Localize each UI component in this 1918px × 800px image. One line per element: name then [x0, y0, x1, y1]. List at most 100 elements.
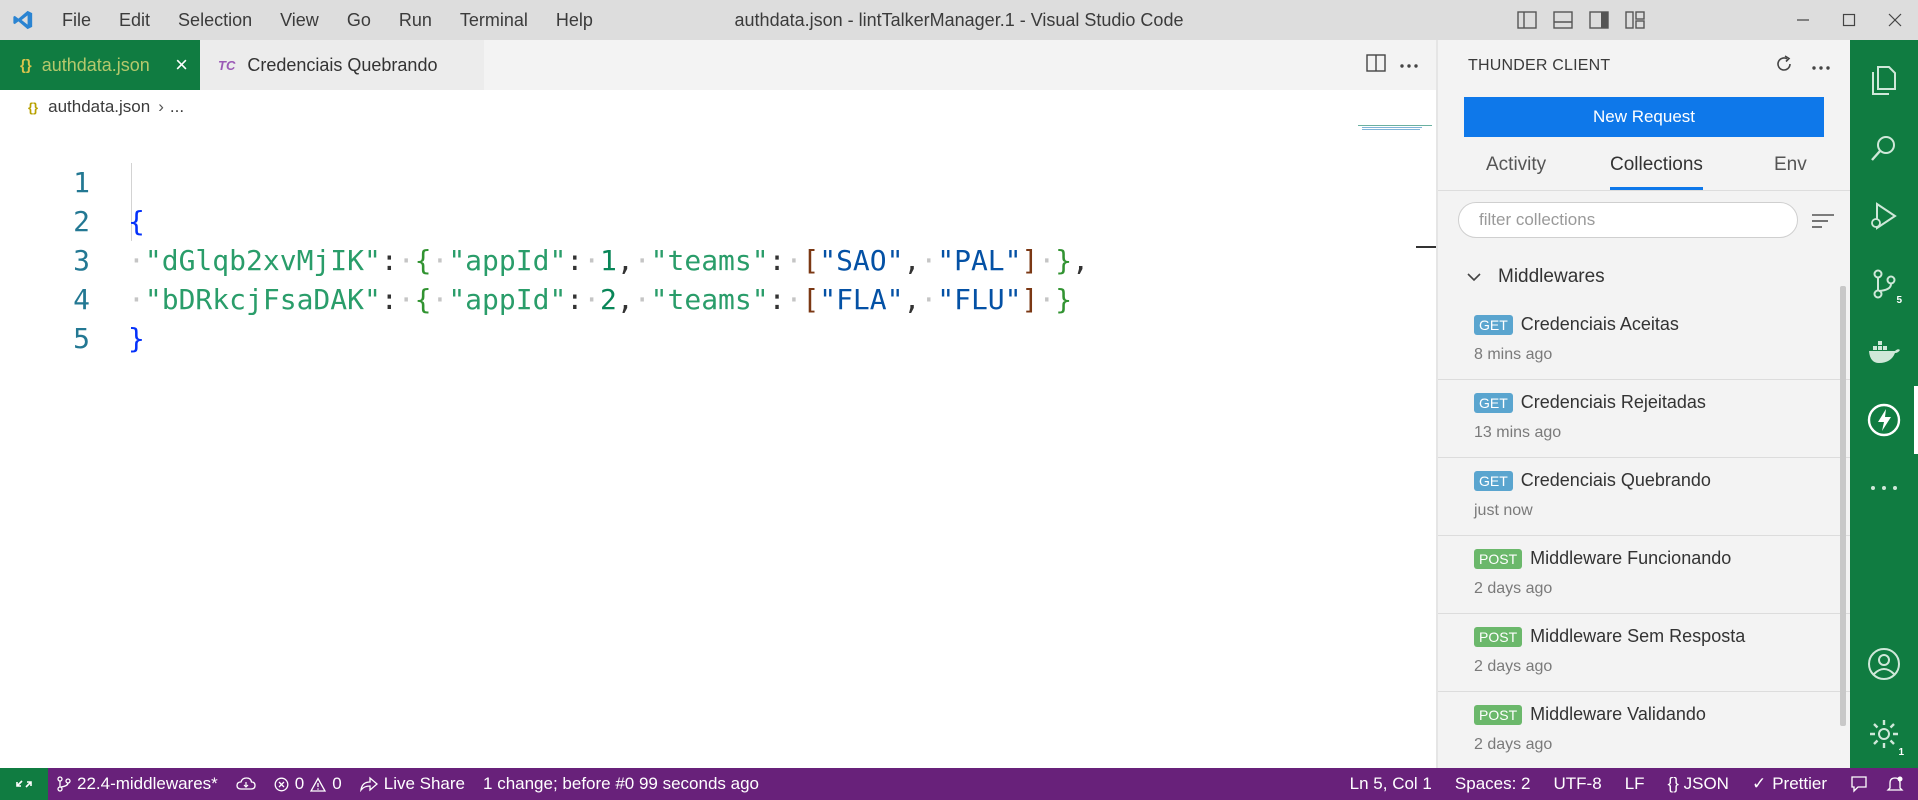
code-editor[interactable]: 1 { 2 ·"dGlqb2xvMjIK":·{·"appId":·1,·"te…: [0, 124, 1436, 768]
more-views-icon[interactable]: [1850, 454, 1918, 522]
code-line-4: 4 }: [0, 241, 1400, 355]
menu-bar: File Edit Selection View Go Run Terminal…: [48, 0, 607, 40]
encoding[interactable]: UTF-8: [1545, 768, 1616, 800]
overview-ruler-cursor: [1416, 246, 1436, 248]
scm-badge: 5: [1896, 295, 1902, 306]
thunder-tabs: Activity Collections Env: [1438, 144, 1850, 190]
remote-indicator-icon[interactable]: [0, 768, 48, 800]
maximize-icon[interactable]: [1826, 0, 1872, 40]
tab-activity[interactable]: Activity: [1486, 144, 1546, 186]
panel-header-actions: [1774, 54, 1830, 79]
customize-layout-icon[interactable]: [1620, 5, 1650, 35]
sort-menu-icon[interactable]: [1810, 210, 1836, 232]
more-actions-icon[interactable]: [1812, 58, 1830, 76]
scrollbar[interactable]: [1840, 286, 1846, 726]
chevron-down-icon: [1466, 266, 1482, 288]
indentation[interactable]: Spaces: 2: [1446, 768, 1545, 800]
minimap[interactable]: [1358, 124, 1432, 132]
layout-controls: [1512, 0, 1650, 40]
divider: [1438, 190, 1850, 191]
menu-edit[interactable]: Edit: [105, 0, 164, 40]
request-item[interactable]: GET Credenciais Aceitas 8 mins ago: [1438, 302, 1850, 380]
activity-bar: 5 1: [1850, 40, 1918, 768]
method-badge: GET: [1474, 314, 1513, 335]
line-number: 5: [73, 322, 90, 355]
chevron-right-icon: ›: [158, 97, 164, 116]
title-bar: File Edit Selection View Go Run Terminal…: [0, 0, 1918, 40]
request-item[interactable]: GET Credenciais Rejeitadas 13 mins ago: [1438, 380, 1850, 458]
sync-button[interactable]: [227, 768, 265, 800]
menu-run[interactable]: Run: [385, 0, 446, 40]
feedback-icon[interactable]: [1841, 768, 1877, 800]
tab-env[interactable]: Env: [1774, 144, 1807, 186]
request-name: Credenciais Aceitas: [1520, 314, 1679, 334]
menu-view[interactable]: View: [266, 0, 333, 40]
menu-selection[interactable]: Selection: [164, 0, 266, 40]
request-name: Middleware Sem Resposta: [1530, 626, 1746, 646]
request-time: just now: [1474, 502, 1533, 519]
end-of-line[interactable]: LF: [1616, 768, 1659, 800]
notifications-bell-icon[interactable]: [1877, 768, 1918, 800]
editor-actions: [1366, 40, 1436, 90]
request-item[interactable]: POST Middleware Validando 2 days ago: [1438, 692, 1850, 768]
code-line-5: 5: [0, 280, 1400, 355]
editor-tab-bar: {} authdata.json × TC Credenciais Quebra…: [0, 40, 1436, 90]
docker-icon[interactable]: [1850, 318, 1918, 386]
filter-collections-input[interactable]: filter collections: [1458, 202, 1798, 238]
toggle-secondary-sidebar-icon[interactable]: [1584, 5, 1614, 35]
menu-terminal[interactable]: Terminal: [446, 0, 542, 40]
branch-name: 22.4-middlewares*: [77, 774, 218, 793]
collections-list: Middlewares GET Credenciais Aceitas 8 min…: [1438, 252, 1850, 768]
breadcrumb-file[interactable]: authdata.json: [48, 97, 150, 117]
vscode-logo-icon[interactable]: [2, 0, 44, 40]
run-debug-icon[interactable]: [1850, 182, 1918, 250]
account-icon[interactable]: [1850, 630, 1918, 698]
error-count: 0: [294, 774, 305, 793]
new-request-button[interactable]: New Request: [1464, 97, 1824, 137]
problems-indicator[interactable]: 0 0: [265, 768, 351, 800]
toggle-panel-icon[interactable]: [1548, 5, 1578, 35]
tab-credenciais-quebrando[interactable]: TC Credenciais Quebrando: [200, 40, 484, 90]
menu-help[interactable]: Help: [542, 0, 607, 40]
request-time: 2 days ago: [1474, 658, 1553, 675]
more-actions-icon[interactable]: [1400, 56, 1418, 74]
minimize-icon[interactable]: [1780, 0, 1826, 40]
split-editor-icon[interactable]: [1366, 53, 1386, 77]
tab-authdata-json[interactable]: {} authdata.json ×: [0, 40, 200, 90]
request-item[interactable]: POST Middleware Sem Resposta 2 days ago: [1438, 614, 1850, 692]
breadcrumb: {} authdata.json › ...: [0, 90, 1436, 124]
source-control-icon[interactable]: 5: [1850, 250, 1918, 318]
tab-label: Collections: [1610, 154, 1703, 175]
request-name: Credenciais Rejeitadas: [1520, 392, 1706, 412]
request-item[interactable]: POST Middleware Funcionando 2 days ago: [1438, 536, 1850, 614]
search-icon[interactable]: [1850, 114, 1918, 182]
error-icon: [274, 777, 289, 791]
thunder-client-panel: THUNDER CLIENT New Request Activity Coll…: [1438, 40, 1850, 768]
live-share-button[interactable]: Live Share: [351, 768, 474, 800]
cursor-position[interactable]: Ln 5, Col 1: [1341, 768, 1446, 800]
menu-go[interactable]: Go: [333, 0, 385, 40]
request-item[interactable]: GET Credenciais Quebrando just now: [1438, 458, 1850, 536]
cloud-sync-icon: [236, 777, 256, 790]
change-info[interactable]: 1 change; before #0 99 seconds ago: [474, 768, 768, 800]
breadcrumb-symbols[interactable]: ...: [170, 97, 184, 117]
close-window-icon[interactable]: [1872, 0, 1918, 40]
thunder-client-icon[interactable]: [1850, 386, 1918, 454]
close-tab-icon[interactable]: ×: [175, 52, 188, 78]
settings-badge: 1: [1898, 747, 1904, 758]
language-mode[interactable]: {} JSON: [1659, 768, 1743, 800]
active-view-indicator: [1914, 386, 1918, 454]
settings-gear-icon[interactable]: 1: [1850, 700, 1918, 768]
method-badge: POST: [1474, 548, 1523, 569]
prettier-button[interactable]: ✓ Prettier: [1743, 768, 1841, 800]
explorer-icon[interactable]: [1850, 46, 1918, 114]
branch-indicator[interactable]: 22.4-middlewares*: [48, 768, 227, 800]
toggle-primary-sidebar-icon[interactable]: [1512, 5, 1542, 35]
menu-file[interactable]: File: [48, 0, 105, 40]
window-controls: [1780, 0, 1918, 40]
thunder-client-tab-icon: TC: [218, 57, 236, 73]
refresh-icon[interactable]: [1774, 54, 1794, 79]
tab-collections[interactable]: Collections: [1610, 144, 1703, 190]
collection-folder-middlewares[interactable]: Middlewares: [1438, 252, 1850, 302]
warning-icon: [310, 776, 327, 792]
